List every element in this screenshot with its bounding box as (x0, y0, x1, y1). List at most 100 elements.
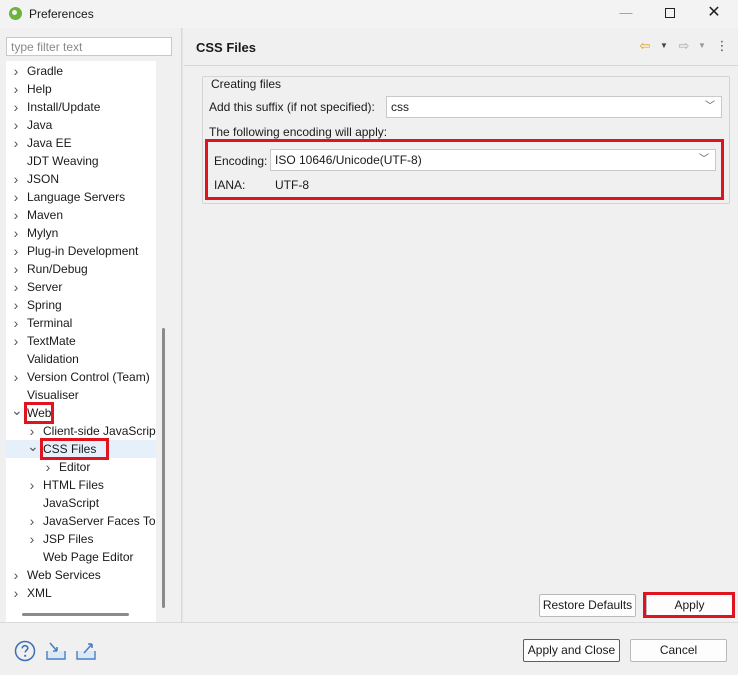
page-title: CSS Files (196, 40, 256, 55)
tree-item-plug-in-development[interactable]: › Plug-in Development (6, 242, 156, 260)
chevron-right-icon[interactable]: › (11, 368, 21, 386)
chevron-right-icon[interactable]: › (11, 62, 21, 80)
tree-item-terminal[interactable]: › Terminal (6, 314, 156, 332)
chevron-right-icon[interactable]: › (11, 80, 21, 98)
tree-item-maven[interactable]: › Maven (6, 206, 156, 224)
chevron-right-icon[interactable]: › (11, 116, 21, 134)
tree-item-label: XML (27, 586, 52, 600)
chevron-right-icon[interactable]: › (11, 566, 21, 584)
chevron-right-icon[interactable]: › (11, 224, 21, 242)
chevron-right-icon[interactable]: › (11, 296, 21, 314)
tree-item-editor[interactable]: › Editor (6, 458, 156, 476)
restore-defaults-button[interactable]: Restore Defaults (539, 594, 636, 617)
tree-item-javascript[interactable]: JavaScript (6, 494, 156, 512)
chevron-right-icon[interactable]: › (11, 98, 21, 116)
cancel-button[interactable]: Cancel (630, 639, 727, 662)
chevron-right-icon[interactable]: › (11, 188, 21, 206)
suffix-combo[interactable]: css ﹀ (386, 96, 722, 118)
chevron-right-icon[interactable]: › (27, 512, 37, 530)
tree-item-spring[interactable]: › Spring (6, 296, 156, 314)
chevron-right-icon[interactable]: › (11, 206, 21, 224)
tree-item-label: Run/Debug (27, 262, 88, 276)
tree-item-json[interactable]: › JSON (6, 170, 156, 188)
tree-item-label: Plug-in Development (27, 244, 139, 258)
tree-item-label: Mylyn (27, 226, 59, 240)
tree-item-java-ee[interactable]: › Java EE (6, 134, 156, 152)
chevron-right-icon[interactable]: › (27, 530, 37, 548)
help-icon[interactable] (13, 639, 37, 663)
import-icon[interactable] (44, 639, 68, 663)
chevron-right-icon[interactable]: › (11, 170, 21, 188)
chevron-right-icon[interactable]: › (11, 584, 21, 602)
tree-item-version-control-team[interactable]: › Version Control (Team) (6, 368, 156, 386)
tree-item-web[interactable]: ⌄ Web (6, 402, 156, 424)
chevron-right-icon[interactable]: › (27, 476, 37, 494)
tree-horizontal-scrollbar[interactable] (22, 613, 129, 616)
tree-item-validation[interactable]: Validation (6, 350, 156, 368)
tree-item-install-update[interactable]: › Install/Update (6, 98, 156, 116)
tree-item-textmate[interactable]: › TextMate (6, 332, 156, 350)
tree-item-run-debug[interactable]: › Run/Debug (6, 260, 156, 278)
chevron-right-icon[interactable]: › (11, 260, 21, 278)
encoding-highlight-box (205, 139, 724, 200)
tree-item-language-servers[interactable]: › Language Servers (6, 188, 156, 206)
forward-arrow-icon[interactable]: ⇨ (676, 38, 692, 54)
chevron-right-icon[interactable]: › (11, 314, 21, 332)
tree-item-label: Server (27, 280, 63, 294)
maximize-button[interactable] (648, 2, 692, 26)
suffix-value: css (391, 100, 409, 114)
tree-item-server[interactable]: › Server (6, 278, 156, 296)
apply-highlight-box (643, 592, 735, 618)
chevron-right-icon[interactable]: › (11, 134, 21, 152)
chevron-down-icon[interactable]: ⌄ (11, 403, 23, 422)
pane-divider[interactable] (181, 28, 183, 622)
tree-item-label: JDT Weaving (27, 154, 99, 168)
chevron-right-icon[interactable]: › (43, 458, 53, 476)
close-button[interactable]: ✕ (692, 2, 736, 26)
apply-and-close-button[interactable]: Apply and Close (523, 639, 620, 662)
tree-item-jsp-files[interactable]: › JSP Files (6, 530, 156, 548)
tree-highlight-box (40, 438, 110, 460)
tree-item-label: Validation (27, 352, 79, 366)
back-dropdown-icon[interactable]: ▼ (656, 38, 672, 54)
tree-vertical-scrollbar[interactable] (162, 328, 165, 608)
window-title: Preferences (29, 7, 94, 21)
tree-item-jdt-weaving[interactable]: JDT Weaving (6, 152, 156, 170)
tree-item-label: Web Page Editor (43, 550, 134, 564)
suffix-label: Add this suffix (if not specified): (209, 100, 375, 114)
chevron-down-icon[interactable]: ⌄ (27, 439, 39, 458)
tree-item-label: Web Services (27, 568, 101, 582)
tree-item-web-services[interactable]: › Web Services (6, 566, 156, 584)
tree-item-java[interactable]: › Java (6, 116, 156, 134)
chevron-right-icon[interactable]: › (11, 242, 21, 260)
maximize-icon (665, 8, 675, 18)
group-title: Creating files (208, 77, 285, 91)
minimize-button[interactable]: — (604, 2, 648, 26)
tree-item-label: Editor (59, 460, 91, 474)
tree-item-help[interactable]: › Help (6, 80, 156, 98)
tree-item-html-files[interactable]: › HTML Files (6, 476, 156, 494)
back-arrow-icon[interactable]: ⇦ (637, 38, 653, 54)
tree-item-javaserver-faces-tools[interactable]: › JavaServer Faces Tools (6, 512, 156, 530)
tree-item-label: Java (27, 118, 53, 132)
tree-item-label: HTML Files (43, 478, 104, 492)
preference-tree: › Gradle › Help › Install/Update › Java › Java EE… (6, 61, 156, 633)
chevron-right-icon[interactable]: › (11, 332, 21, 350)
forward-dropdown-icon[interactable]: ▼ (694, 38, 710, 54)
tree-item-mylyn[interactable]: › Mylyn (6, 224, 156, 242)
export-icon[interactable] (74, 639, 98, 663)
tree-item-label: JSP Files (43, 532, 94, 546)
tree-item-web-page-editor[interactable]: Web Page Editor (6, 548, 156, 566)
tree-item-css-files[interactable]: ⌄ CSS Files (6, 438, 156, 460)
page-header: CSS Files ⇦ ▼ ⇨ ▼ ⋮ (184, 28, 738, 66)
view-menu-icon[interactable]: ⋮ (714, 38, 730, 54)
tree-item-label: Maven (27, 208, 64, 222)
encoding-note: The following encoding will apply: (209, 125, 388, 139)
tree-item-xml[interactable]: › XML (6, 584, 156, 602)
tree-item-gradle[interactable]: › Gradle (6, 62, 156, 80)
chevron-right-icon[interactable]: › (11, 278, 21, 296)
preferences-sidebar: › Gradle › Help › Install/Update › Java › Java EE… (0, 28, 181, 633)
filter-input[interactable] (6, 37, 172, 56)
tree-item-label: Gradle (27, 64, 64, 78)
tree-item-label: Spring (27, 298, 62, 312)
